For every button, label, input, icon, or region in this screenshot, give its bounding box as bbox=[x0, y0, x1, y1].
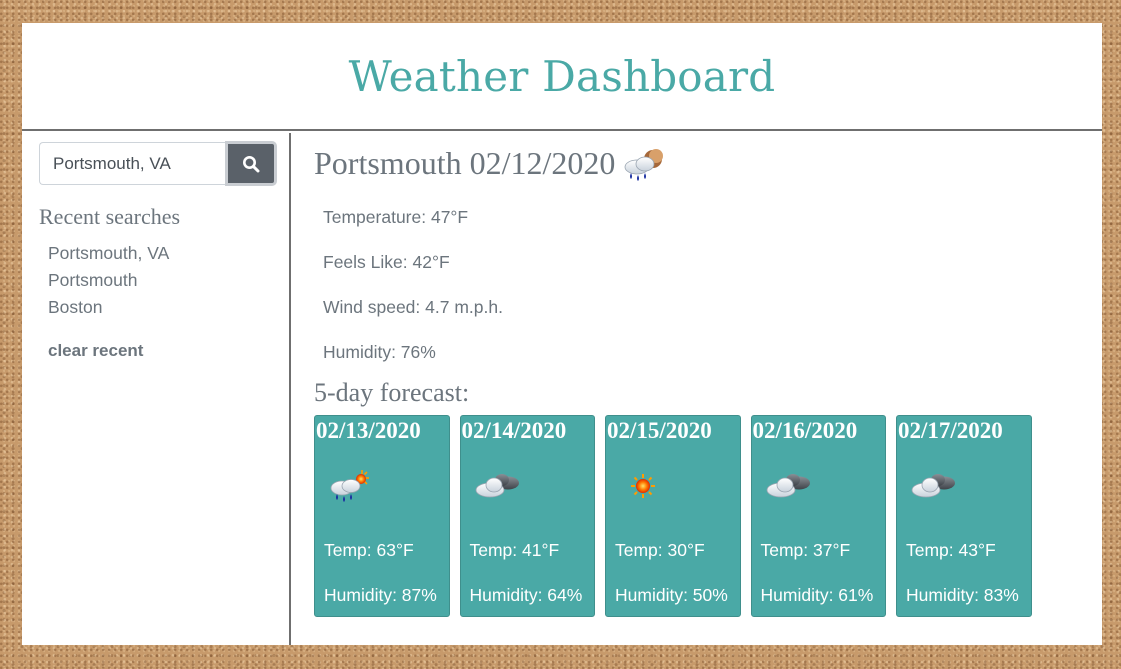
forecast-card: 02/16/2020 Temp: 37°F Humidity: 61% bbox=[750, 415, 886, 617]
forecast-temp: Temp: 41°F bbox=[469, 540, 560, 560]
forecast-date: 02/16/2020 bbox=[752, 418, 858, 443]
forecast-temp: Temp: 63°F bbox=[324, 540, 414, 560]
forecast-temp: Temp: 37°F bbox=[760, 540, 851, 560]
forecast-humidity: Humidity: 61% bbox=[760, 585, 874, 605]
city-date-title: Portsmouth 02/12/2020 bbox=[314, 144, 616, 181]
sun-rain-icon bbox=[330, 470, 369, 502]
search-bar bbox=[39, 141, 277, 186]
forecast-card: 02/14/2020 Temp: 41°F Humidity: 64% bbox=[459, 415, 595, 617]
city-search-input[interactable] bbox=[39, 142, 225, 185]
current-wind-speed: Wind speed: 4.7 m.p.h. bbox=[323, 297, 503, 317]
recent-search-item[interactable]: Boston bbox=[48, 294, 169, 321]
night-rain-icon bbox=[624, 149, 664, 181]
forecast-humidity: Humidity: 50% bbox=[615, 585, 728, 605]
recent-searches-heading: Recent searches bbox=[39, 204, 181, 229]
clear-recent-button[interactable]: clear recent bbox=[48, 341, 143, 361]
broken-clouds-icon bbox=[766, 474, 810, 498]
search-icon bbox=[243, 155, 260, 172]
current-feels-like: Feels Like: 42°F bbox=[323, 252, 450, 272]
main-content: Portsmouth 02/12/2020 Temperature: 47°F … bbox=[293, 133, 1102, 645]
forecast-humidity: Humidity: 87% bbox=[324, 585, 437, 605]
current-humidity: Humidity: 76% bbox=[323, 342, 436, 362]
page-title: Weather Dashboard bbox=[348, 51, 776, 101]
current-weather-header: Portsmouth 02/12/2020 bbox=[314, 141, 667, 185]
recent-search-item[interactable]: Portsmouth, VA bbox=[48, 240, 169, 267]
forecast-date: 02/13/2020 bbox=[316, 418, 421, 443]
forecast-card: 02/15/2020 Temp: 30°F Humidity: 50% bbox=[605, 415, 741, 617]
search-button[interactable] bbox=[225, 141, 277, 186]
forecast-temp: Temp: 43°F bbox=[906, 540, 996, 560]
clear-sky-icon bbox=[631, 474, 655, 498]
forecast-card: 02/17/2020 Temp: 43°F Humidity: 83% bbox=[896, 415, 1032, 617]
current-temperature: Temperature: 47°F bbox=[323, 207, 469, 227]
forecast-temp: Temp: 30°F bbox=[615, 540, 705, 560]
forecast-humidity: Humidity: 64% bbox=[469, 585, 583, 605]
forecast-humidity: Humidity: 83% bbox=[906, 585, 1019, 605]
sidebar: Recent searches Portsmouth, VA Portsmout… bbox=[22, 133, 291, 645]
dashboard-panel: Weather Dashboard Recent searches Portsm… bbox=[22, 23, 1102, 645]
forecast-cards: 02/13/2020 Temp: 63°F Humidity: 87% 02/1… bbox=[314, 415, 1032, 617]
broken-clouds-icon bbox=[475, 474, 519, 498]
broken-clouds-icon bbox=[911, 474, 955, 498]
forecast-card: 02/13/2020 Temp: 63°F Humidity: 87% bbox=[314, 415, 450, 617]
forecast-date: 02/17/2020 bbox=[898, 418, 1003, 443]
page-header: Weather Dashboard bbox=[22, 23, 1102, 131]
forecast-date: 02/15/2020 bbox=[607, 418, 712, 443]
recent-search-item[interactable]: Portsmouth bbox=[48, 267, 169, 294]
forecast-heading: 5-day forecast: bbox=[314, 378, 470, 407]
recent-searches-list: Portsmouth, VA Portsmouth Boston bbox=[48, 240, 169, 321]
forecast-date: 02/14/2020 bbox=[461, 418, 567, 443]
